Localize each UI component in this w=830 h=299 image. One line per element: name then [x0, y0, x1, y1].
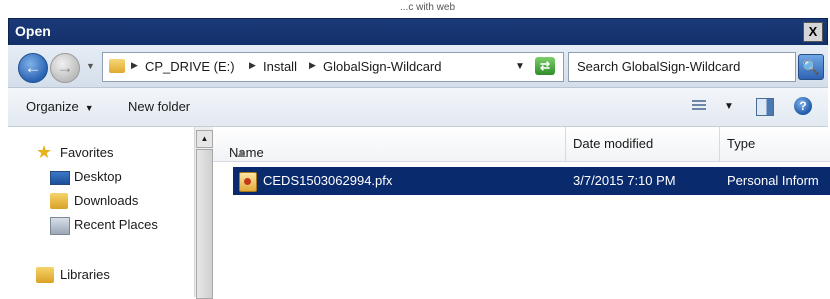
downloads-icon: [50, 193, 68, 209]
background-window-text: ...c with web: [400, 2, 456, 13]
sidebar-item-desktop[interactable]: Desktop: [50, 169, 122, 185]
sidebar-item-label: Desktop: [74, 169, 122, 184]
recent-locations-dropdown-icon[interactable]: ▼: [86, 61, 95, 71]
file-name: CEDS1503062994.pfx: [263, 173, 393, 188]
certificate-file-icon: [239, 172, 257, 192]
navigation-bar: ← → ▼ ▶ CP_DRIVE (E:) ▶ Install ▶ Global…: [8, 45, 828, 88]
chevron-right-icon[interactable]: ▶: [309, 60, 316, 71]
sidebar-item-recent-places[interactable]: Recent Places: [50, 217, 158, 235]
scrollbar-thumb[interactable]: [196, 149, 213, 299]
file-list: Name ▲ Date modified Type CEDS1503062994.…: [213, 127, 830, 297]
table-row[interactable]: CEDS1503062994.pfx 3/7/2015 7:10 PM Pers…: [233, 167, 830, 195]
refresh-button[interactable]: ⇄: [535, 57, 555, 75]
libraries-icon: [36, 267, 54, 283]
sidebar-item-label: Recent Places: [74, 217, 158, 232]
views-dropdown-icon[interactable]: ▼: [724, 101, 734, 112]
window-title: Open: [15, 23, 51, 39]
forward-button[interactable]: →: [50, 53, 80, 83]
sidebar-item-label: Favorites: [60, 145, 114, 160]
scroll-up-icon[interactable]: ▲: [196, 130, 213, 148]
address-dropdown-icon[interactable]: ▼: [515, 61, 525, 72]
sidebar-item-label: Downloads: [74, 193, 139, 208]
sidebar-item-libraries[interactable]: Libraries: [36, 267, 110, 283]
column-header-label: Date modified: [573, 136, 654, 151]
desktop-icon: [50, 171, 70, 185]
breadcrumb-drive[interactable]: CP_DRIVE (E:): [145, 59, 235, 74]
recent-places-icon: [50, 217, 70, 235]
title-bar: Open X: [8, 18, 828, 46]
navigation-pane: ★ Favorites Desktop Downloads Recent Pla…: [8, 127, 194, 297]
help-icon[interactable]: ?: [794, 97, 812, 115]
file-type: Personal Inform: [727, 173, 819, 188]
column-header-type[interactable]: Type: [719, 127, 830, 161]
search-placeholder: Search GlobalSign-Wildcard: [577, 59, 741, 74]
column-header-date-modified[interactable]: Date modified: [565, 127, 720, 161]
column-header-label: Type: [727, 136, 756, 151]
background-window-strip: ...c with web: [0, 0, 830, 18]
column-header-name[interactable]: Name ▲: [213, 127, 566, 161]
organize-label: Organize: [26, 99, 79, 114]
column-headers: Name ▲ Date modified Type: [213, 127, 830, 162]
organize-button[interactable]: Organize ▼: [26, 99, 94, 114]
chevron-right-icon[interactable]: ▶: [249, 60, 256, 71]
navigation-pane-scrollbar[interactable]: ▲: [194, 127, 214, 299]
folder-icon: [109, 59, 125, 73]
file-date-modified: 3/7/2015 7:10 PM: [573, 173, 676, 188]
sidebar-item-favorites[interactable]: ★ Favorites: [36, 143, 114, 161]
address-bar[interactable]: ▶ CP_DRIVE (E:) ▶ Install ▶ GlobalSign-W…: [102, 52, 564, 82]
sidebar-item-downloads[interactable]: Downloads: [50, 193, 139, 209]
breadcrumb-install[interactable]: Install: [263, 59, 297, 74]
search-icon[interactable]: 🔍: [798, 54, 824, 80]
back-button[interactable]: ←: [18, 53, 48, 83]
views-icon[interactable]: [692, 100, 706, 112]
sidebar-item-label: Libraries: [60, 267, 110, 282]
chevron-right-icon[interactable]: ▶: [131, 60, 138, 71]
chevron-down-icon: ▼: [84, 103, 94, 113]
close-button[interactable]: X: [803, 22, 823, 42]
star-icon: ★: [36, 142, 53, 162]
breadcrumb-globalsign-wildcard[interactable]: GlobalSign-Wildcard: [323, 59, 442, 74]
command-toolbar: Organize ▼ New folder ▼ ?: [8, 88, 828, 127]
sort-ascending-icon: ▲: [235, 145, 248, 160]
preview-pane-icon[interactable]: [756, 98, 774, 116]
search-input[interactable]: Search GlobalSign-Wildcard: [568, 52, 796, 82]
new-folder-button[interactable]: New folder: [128, 99, 190, 114]
